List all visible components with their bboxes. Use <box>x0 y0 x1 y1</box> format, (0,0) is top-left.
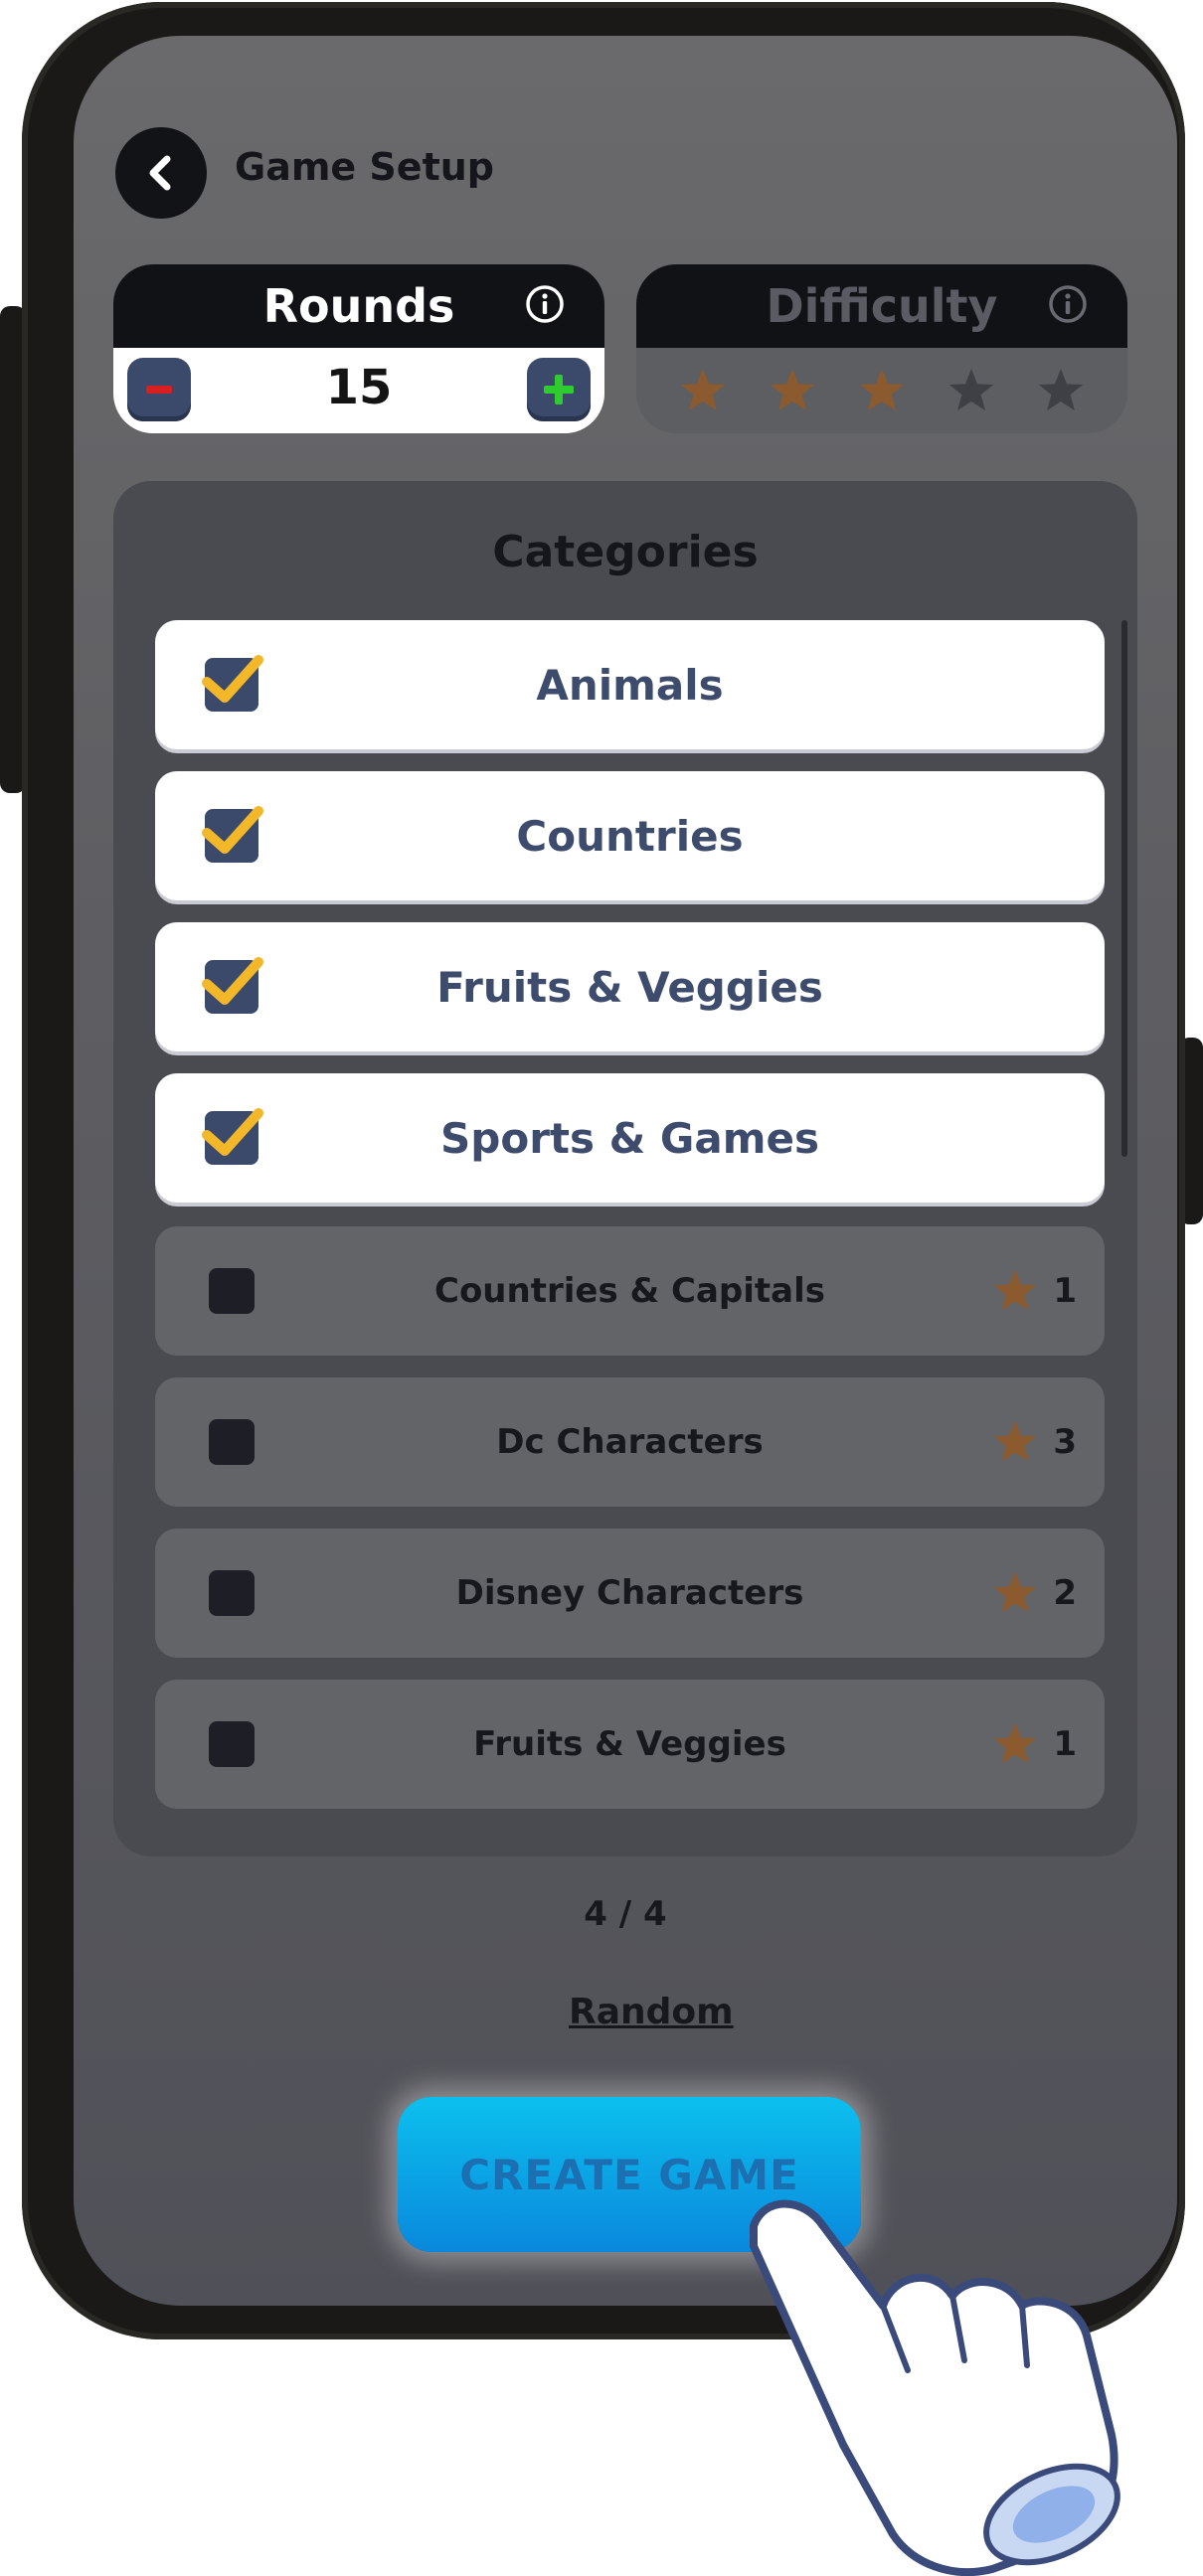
category-label: Fruits & Veggies <box>473 1724 786 1764</box>
difficulty-star-icon[interactable] <box>1036 366 1086 415</box>
category-row-sports-games[interactable]: Sports & Games <box>155 1073 1105 1203</box>
chevron-left-icon <box>149 155 171 191</box>
star-icon <box>993 1270 1037 1311</box>
back-button[interactable] <box>115 127 207 219</box>
category-row-fruits-veggies[interactable]: Fruits & Veggies <box>155 922 1105 1051</box>
category-label: Countries <box>516 811 744 861</box>
category-difficulty: 2 <box>991 1570 1077 1616</box>
difficulty-stars[interactable] <box>636 348 1127 433</box>
game-screen: Game Setup Rounds 15 Difficulty Categori… <box>74 36 1177 2306</box>
star-icon <box>993 1421 1037 1462</box>
info-icon[interactable] <box>525 284 565 324</box>
plus-icon <box>544 375 574 404</box>
scrollbar[interactable] <box>1121 620 1127 1157</box>
pointing-hand-icon <box>750 2199 1120 2576</box>
random-link[interactable]: Random <box>569 1992 734 2032</box>
difficulty-star-icon[interactable] <box>678 366 728 415</box>
increase-rounds-button[interactable] <box>527 358 591 421</box>
categories-panel: Categories Animals Countries Fruits & Ve… <box>113 481 1137 1856</box>
category-difficulty: 1 <box>991 1721 1077 1767</box>
category-label: Dc Characters <box>496 1422 764 1462</box>
rounds-panel: Rounds 15 <box>113 264 604 433</box>
category-label: Fruits & Veggies <box>436 962 823 1012</box>
category-label: Countries & Capitals <box>434 1271 825 1311</box>
category-row-fruits-veggies-2[interactable]: Fruits & Veggies 1 <box>155 1680 1105 1809</box>
page-title: Game Setup <box>235 145 494 189</box>
difficulty-star-icon[interactable] <box>946 366 996 415</box>
difficulty-panel: Difficulty <box>636 264 1127 433</box>
category-difficulty: 3 <box>991 1419 1077 1465</box>
star-icon <box>993 1723 1037 1764</box>
categories-title: Categories <box>492 527 759 577</box>
category-row-countries[interactable]: Countries <box>155 771 1105 900</box>
difficulty-value: 3 <box>1053 1422 1077 1462</box>
category-row-disney-characters[interactable]: Disney Characters 2 <box>155 1529 1105 1658</box>
selection-count: 4 / 4 <box>584 1894 667 1934</box>
difficulty-star-icon[interactable] <box>857 366 907 415</box>
difficulty-label: Difficulty <box>766 279 998 333</box>
phone-frame: Game Setup Rounds 15 Difficulty Categori… <box>22 2 1185 2339</box>
difficulty-star-icon[interactable] <box>768 366 817 415</box>
category-label: Disney Characters <box>455 1573 804 1613</box>
difficulty-value: 1 <box>1053 1724 1077 1764</box>
rounds-label: Rounds <box>262 279 455 333</box>
category-difficulty: 1 <box>991 1268 1077 1314</box>
category-row-countries-capitals[interactable]: Countries & Capitals 1 <box>155 1226 1105 1356</box>
info-icon[interactable] <box>1048 284 1088 324</box>
category-label: Sports & Games <box>440 1113 819 1163</box>
category-row-dc-characters[interactable]: Dc Characters 3 <box>155 1377 1105 1507</box>
difficulty-value: 1 <box>1053 1271 1077 1311</box>
category-label: Animals <box>536 660 724 710</box>
difficulty-value: 2 <box>1053 1573 1077 1613</box>
star-icon <box>993 1572 1037 1613</box>
category-row-animals[interactable]: Animals <box>155 620 1105 749</box>
